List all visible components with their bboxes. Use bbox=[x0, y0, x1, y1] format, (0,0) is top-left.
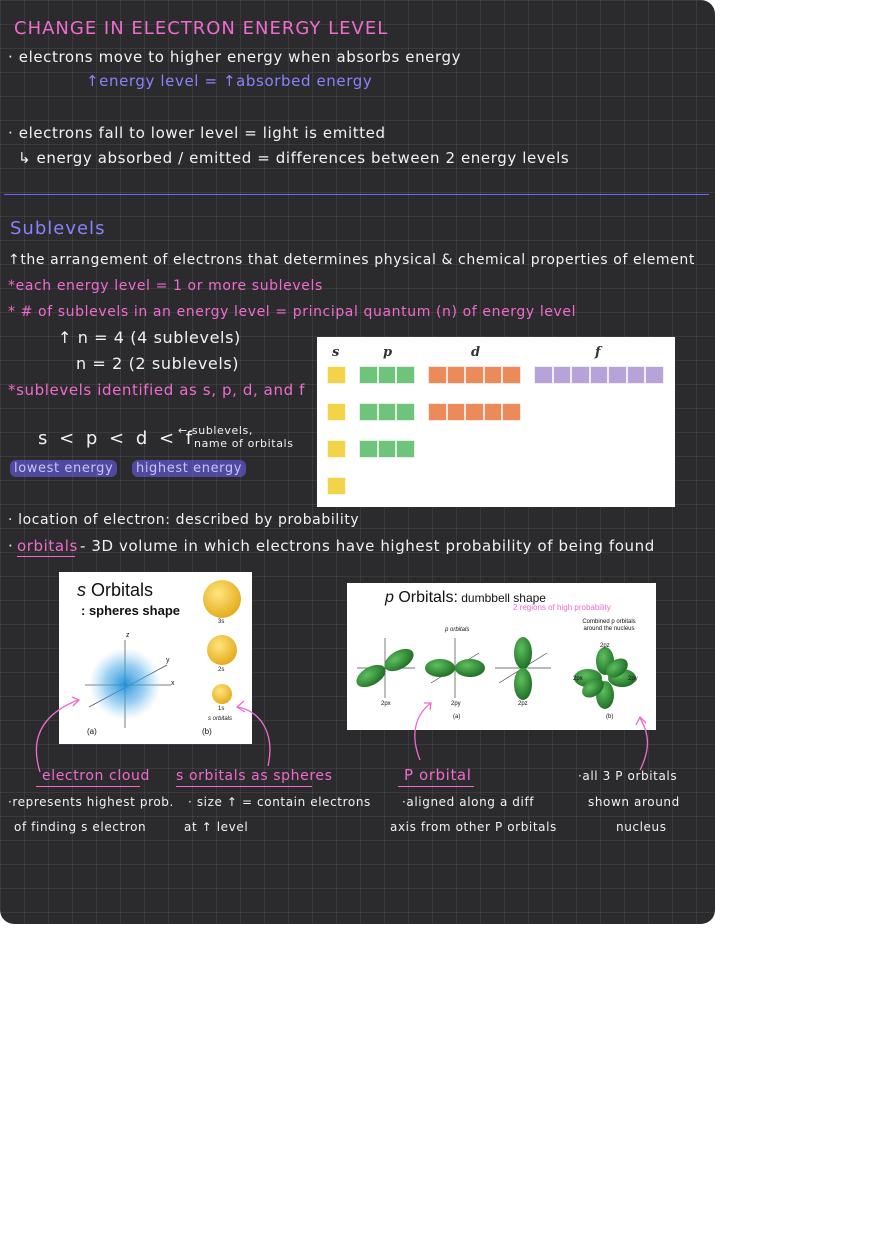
title-underline bbox=[398, 786, 474, 787]
title-underline bbox=[36, 786, 140, 787]
annotation-line: ·represents highest prob. bbox=[8, 795, 174, 809]
annotation-line: at ↑ level bbox=[184, 820, 249, 834]
s-spheres-title: s orbitals as spheres bbox=[176, 768, 333, 784]
annotation-line: shown around bbox=[588, 795, 680, 809]
arrow-all3 bbox=[639, 717, 649, 771]
arrow-p-orbital bbox=[414, 702, 432, 761]
electron-cloud-title: electron cloud bbox=[42, 768, 150, 784]
arrow-s-spheres bbox=[237, 706, 271, 767]
annotation-line: ·all 3 P orbitals bbox=[578, 769, 678, 783]
arrow-electron-cloud bbox=[35, 699, 79, 773]
annotation-line: axis from other P orbitals bbox=[390, 820, 557, 834]
annotation-line: nucleus bbox=[616, 820, 667, 834]
p-orbital-title: P orbital bbox=[404, 766, 472, 784]
title-underline bbox=[176, 786, 312, 787]
annotation-line: · size ↑ = contain electrons bbox=[188, 795, 371, 809]
notes-page: CHANGE IN ELECTRON ENERGY LEVEL · electr… bbox=[0, 0, 715, 924]
annotation-line: ·aligned along a diff bbox=[402, 795, 535, 809]
annotation-line: of finding s electron bbox=[14, 820, 147, 834]
